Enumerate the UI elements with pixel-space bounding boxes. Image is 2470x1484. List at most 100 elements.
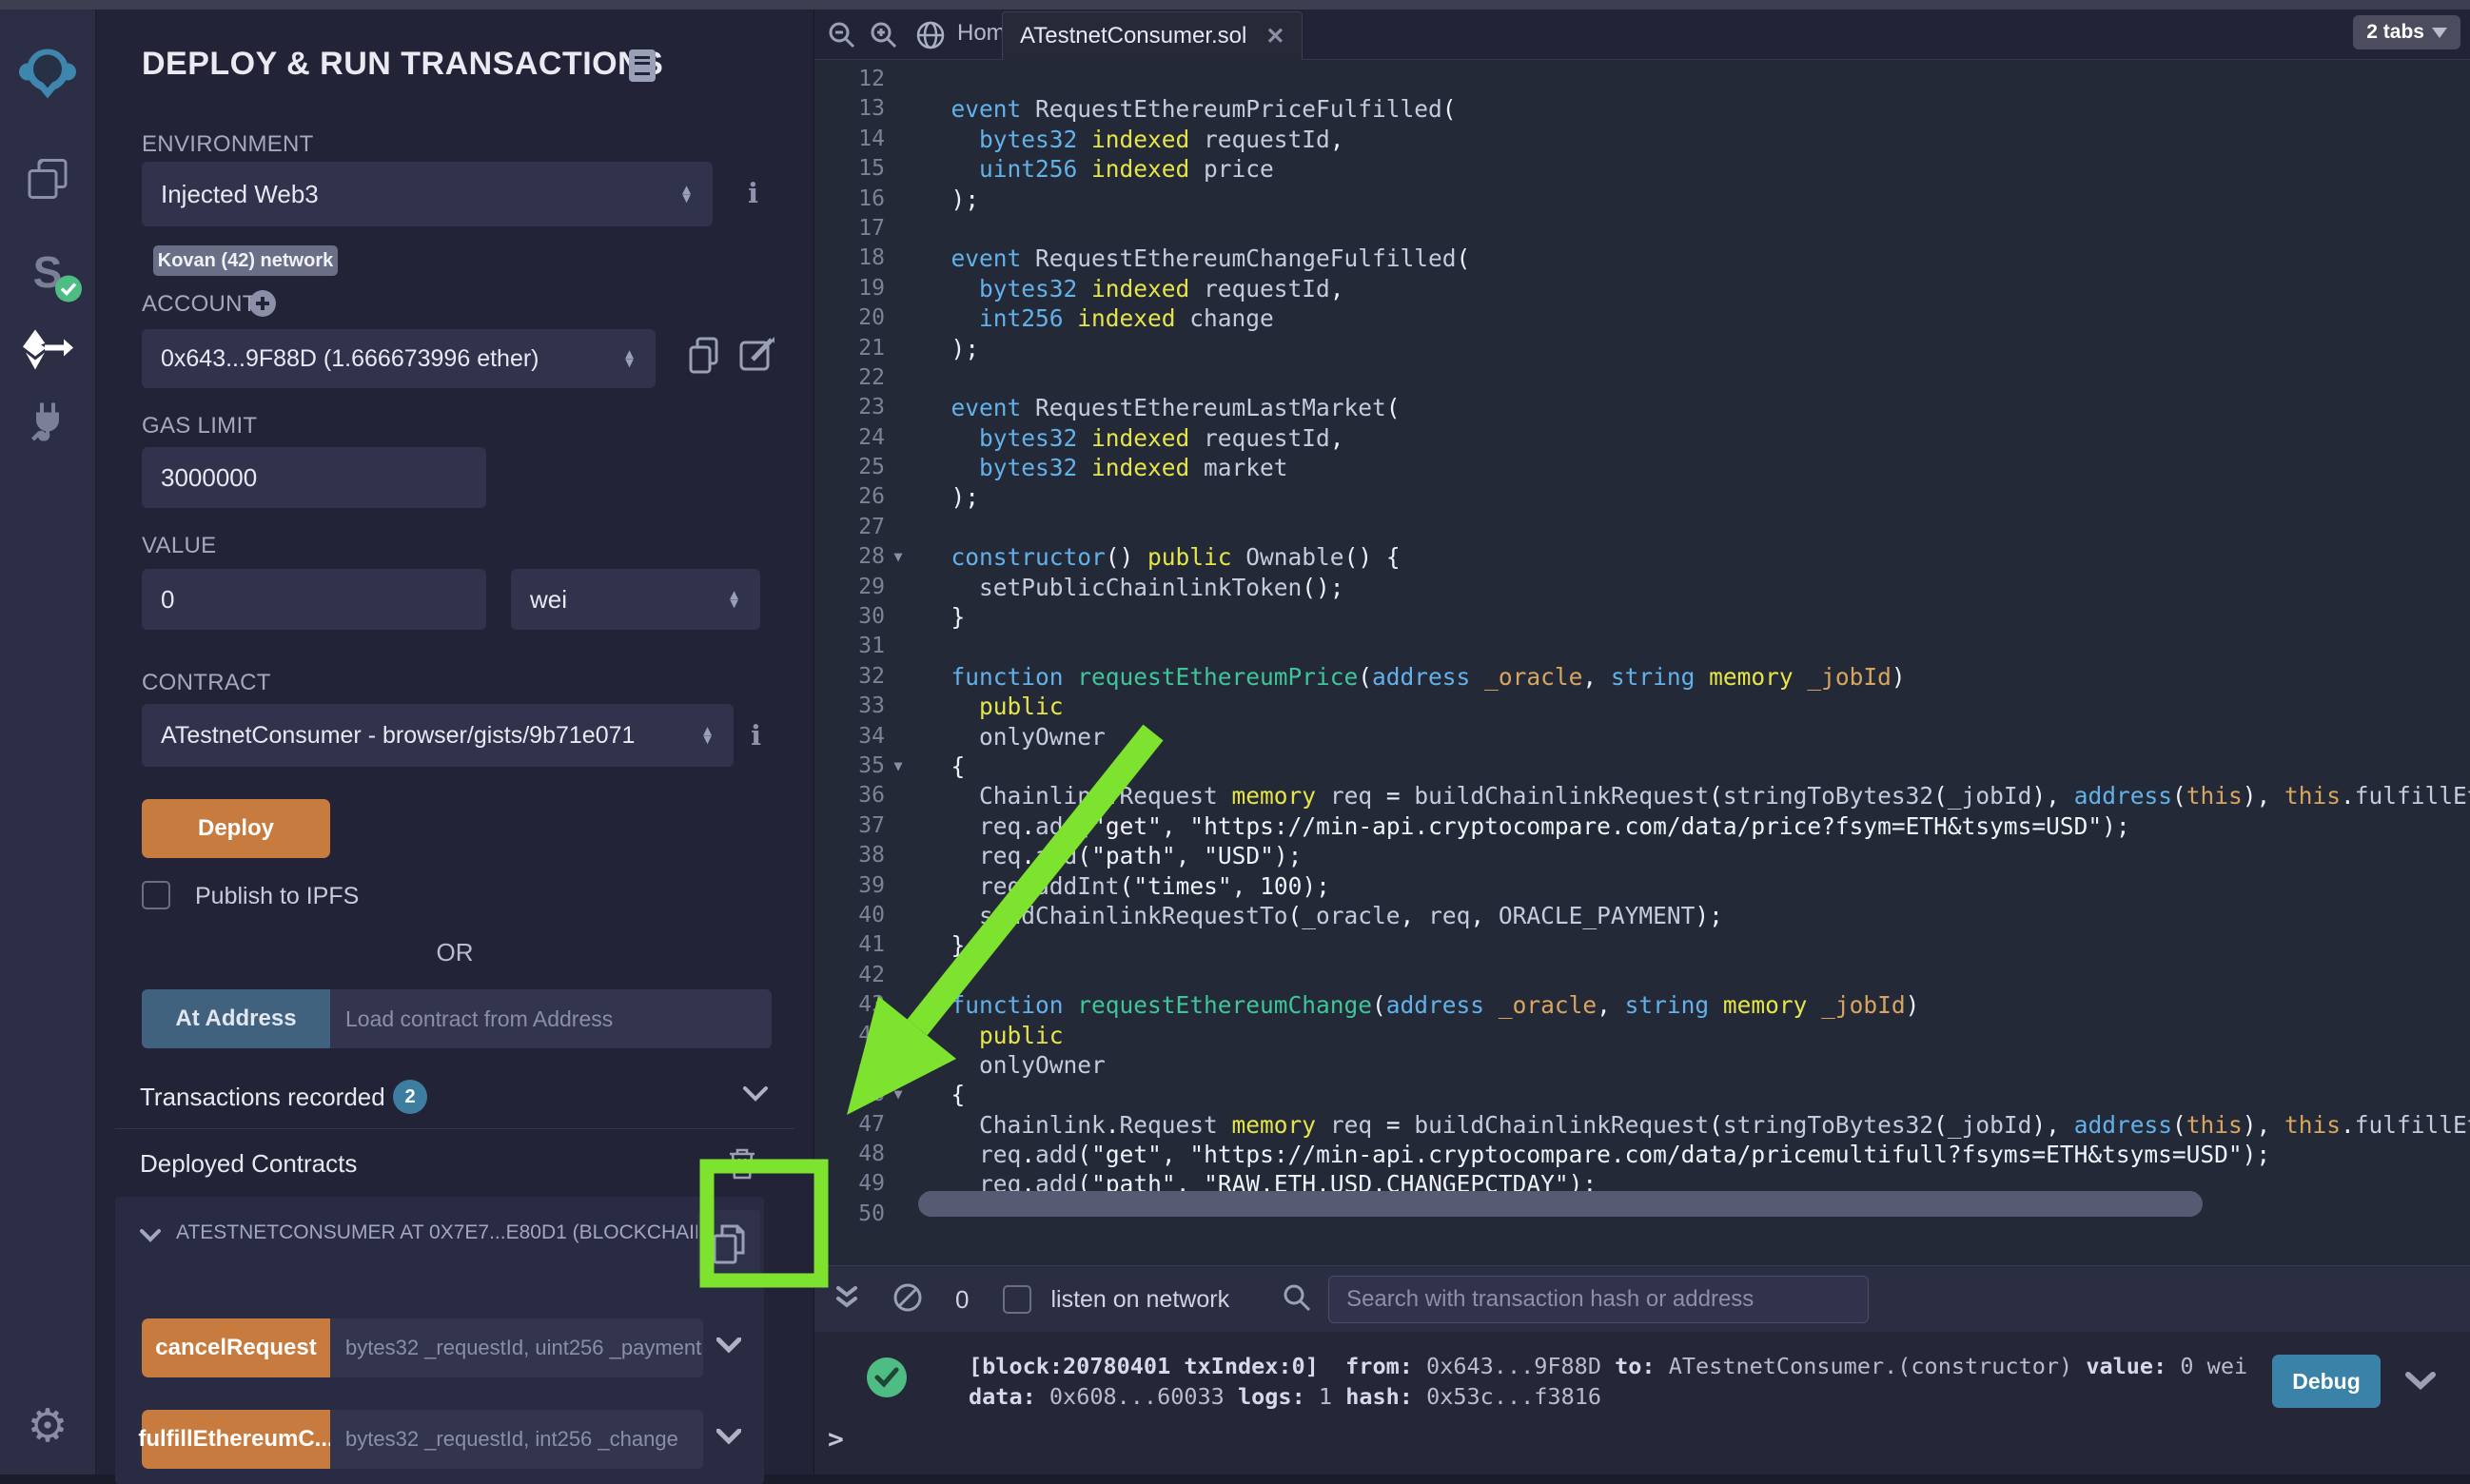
log-expand-chevron-icon[interactable] bbox=[2405, 1372, 2436, 1396]
debug-button[interactable]: Debug bbox=[2272, 1355, 2381, 1408]
code-line[interactable]: 12 bbox=[814, 65, 2470, 94]
select-arrows-icon: ▲▼ bbox=[727, 591, 741, 609]
value-input[interactable]: 0 bbox=[142, 569, 486, 630]
code-line[interactable]: 40 sendChainlinkRequestTo(_oracle, req, … bbox=[814, 901, 2470, 930]
code-line[interactable]: 46▼ { bbox=[814, 1080, 2470, 1109]
code-line[interactable]: 29 setPublicChainlinkToken(); bbox=[814, 573, 2470, 602]
code-line[interactable]: 14 bytes32 indexed requestId, bbox=[814, 125, 2470, 154]
transactions-recorded-label: Transactions recorded bbox=[140, 1083, 385, 1112]
at-address-input[interactable]: Load contract from Address bbox=[330, 989, 772, 1048]
code-line[interactable]: 17 bbox=[814, 214, 2470, 244]
horizontal-scrollbar[interactable] bbox=[918, 1191, 2203, 1217]
pending-tx-count: 0 bbox=[955, 1285, 969, 1315]
environment-select[interactable]: Injected Web3 ▲▼ bbox=[142, 162, 713, 226]
terminal-search-input[interactable]: Search with transaction hash or address bbox=[1328, 1276, 1869, 1323]
code-line[interactable]: 13 event RequestEthereumPriceFulfilled( bbox=[814, 94, 2470, 124]
code-line[interactable]: 41 } bbox=[814, 930, 2470, 960]
contract-info-icon[interactable]: i bbox=[751, 719, 761, 752]
tx-log-line2[interactable]: data: 0x608...60033 logs: 1 hash: 0x53c.… bbox=[969, 1381, 1601, 1412]
remix-logo-icon bbox=[18, 48, 77, 106]
code-line[interactable]: 37 req.add("get", "https://min-api.crypt… bbox=[814, 811, 2470, 841]
editor-tabbar: Home ATestnetConsumer.sol ✕ 2 tabs bbox=[814, 10, 2470, 60]
zoom-out-icon[interactable] bbox=[828, 21, 856, 54]
fulfill-ethereum-button[interactable]: fulfillEthereumC... bbox=[142, 1410, 330, 1469]
trash-icon[interactable] bbox=[728, 1147, 756, 1184]
code-line[interactable]: 45 onlyOwner bbox=[814, 1050, 2470, 1080]
cancel-request-button[interactable]: cancelRequest bbox=[142, 1318, 330, 1377]
terminal-panel: [block:20780401 txIndex:0] from: 0x643..… bbox=[814, 1332, 2470, 1474]
code-line[interactable]: 18 event RequestEthereumChangeFulfilled( bbox=[814, 244, 2470, 273]
gas-limit-input[interactable]: 3000000 bbox=[142, 447, 486, 508]
tab-active-file[interactable]: ATestnetConsumer.sol ✕ bbox=[1002, 11, 1303, 60]
edit-account-icon[interactable] bbox=[739, 337, 775, 378]
value-unit: wei bbox=[530, 585, 567, 615]
code-line[interactable]: 31 bbox=[814, 632, 2470, 661]
code-line[interactable]: 22 bbox=[814, 363, 2470, 393]
code-line[interactable]: 42 bbox=[814, 961, 2470, 990]
cancel-request-params-input[interactable]: bytes32 _requestId, uint256 _payment, by bbox=[330, 1318, 703, 1377]
code-line[interactable]: 38 req.add("path", "USD"); bbox=[814, 841, 2470, 870]
code-line[interactable]: 44 public bbox=[814, 1021, 2470, 1050]
settings-gear-icon[interactable]: ⚙ bbox=[27, 1399, 68, 1453]
value-unit-select[interactable]: wei ▲▼ bbox=[511, 569, 760, 630]
contract-select[interactable]: ATestnetConsumer - browser/gists/9b71e07… bbox=[142, 704, 734, 767]
code-line[interactable]: 39 req.addInt("times", 100); bbox=[814, 871, 2470, 901]
account-select[interactable]: 0x643...9F88D (1.666673996 ether) ▲▼ bbox=[142, 329, 656, 388]
code-line[interactable]: 32 function requestEthereumPrice(address… bbox=[814, 662, 2470, 692]
code-line[interactable]: 21 ); bbox=[814, 334, 2470, 363]
contract-instance-header[interactable]: ATESTNETCONSUMER AT 0X7E7...E80D1 (BLOCK… bbox=[176, 1221, 705, 1244]
document-icon[interactable] bbox=[629, 49, 656, 87]
terminal-header: 0 listen on network Search with transact… bbox=[814, 1265, 2470, 1333]
code-line[interactable]: 30 } bbox=[814, 602, 2470, 632]
fulfill-ethereum-params-input[interactable]: bytes32 _requestId, int256 _change bbox=[330, 1410, 703, 1469]
expand-chevron-icon[interactable] bbox=[716, 1338, 741, 1358]
copy-account-icon[interactable] bbox=[688, 337, 720, 380]
plugin-icon[interactable] bbox=[27, 400, 69, 446]
deploy-button[interactable]: Deploy bbox=[142, 799, 330, 858]
code-lines[interactable]: 1213 event RequestEthereumPriceFulfilled… bbox=[814, 59, 2470, 1265]
publish-ipfs-checkbox[interactable] bbox=[142, 881, 170, 909]
terminal-prompt[interactable]: > bbox=[828, 1423, 844, 1455]
tx-log-line1[interactable]: [block:20780401 txIndex:0] from: 0x643..… bbox=[969, 1351, 2247, 1381]
code-line[interactable]: 48 req.add("get", "https://min-api.crypt… bbox=[814, 1140, 2470, 1169]
tabs-count-button[interactable]: 2 tabs bbox=[2353, 15, 2460, 49]
code-line[interactable]: 15 uint256 indexed price bbox=[814, 154, 2470, 184]
code-line[interactable]: 36 Chainlink.Request memory req = buildC… bbox=[814, 781, 2470, 810]
section-divider bbox=[115, 1128, 794, 1129]
transactions-chevron-icon[interactable] bbox=[743, 1086, 768, 1106]
environment-info-icon[interactable]: i bbox=[748, 177, 758, 209]
contract-label: CONTRACT bbox=[142, 670, 271, 696]
listen-network-checkbox[interactable] bbox=[1003, 1285, 1031, 1314]
code-line[interactable]: 20 int256 indexed change bbox=[814, 303, 2470, 333]
deploy-run-icon[interactable] bbox=[22, 330, 73, 375]
window-top-strip bbox=[0, 0, 2470, 10]
deployed-contracts-label: Deployed Contracts bbox=[140, 1149, 357, 1179]
zoom-in-icon[interactable] bbox=[870, 21, 898, 54]
tab-close-icon[interactable]: ✕ bbox=[1265, 23, 1284, 50]
instance-chevron-icon[interactable] bbox=[140, 1229, 161, 1247]
code-line[interactable]: 28▼ constructor() public Ownable() { bbox=[814, 542, 2470, 572]
gas-limit-label: GAS LIMIT bbox=[142, 413, 257, 439]
code-line[interactable]: 34 onlyOwner bbox=[814, 722, 2470, 752]
expand-chevron-icon[interactable] bbox=[716, 1429, 741, 1450]
code-line[interactable]: 16 ); bbox=[814, 185, 2470, 214]
select-arrows-icon: ▲▼ bbox=[700, 727, 715, 745]
code-line[interactable]: 27 bbox=[814, 513, 2470, 542]
at-address-button[interactable]: At Address bbox=[142, 989, 330, 1048]
code-line[interactable]: 23 event RequestEthereumLastMarket( bbox=[814, 393, 2470, 422]
code-line[interactable]: 19 bytes32 indexed requestId, bbox=[814, 274, 2470, 303]
collapse-terminal-icon[interactable] bbox=[835, 1285, 858, 1315]
add-account-icon[interactable] bbox=[248, 289, 277, 322]
code-line[interactable]: 47 Chainlink.Request memory req = buildC… bbox=[814, 1110, 2470, 1140]
file-explorer-icon[interactable] bbox=[26, 158, 69, 206]
code-line[interactable]: 26 ); bbox=[814, 482, 2470, 512]
clear-console-icon[interactable] bbox=[892, 1282, 923, 1318]
code-line[interactable]: 35▼ { bbox=[814, 752, 2470, 781]
code-line[interactable]: 33 public bbox=[814, 692, 2470, 721]
home-tab-globe-icon[interactable] bbox=[915, 20, 946, 55]
copy-instance-button[interactable] bbox=[697, 1210, 760, 1280]
code-line[interactable]: 25 bytes32 indexed market bbox=[814, 453, 2470, 482]
code-line[interactable]: 24 bytes32 indexed requestId, bbox=[814, 423, 2470, 453]
panel-title: DEPLOY & RUN TRANSACTIONS bbox=[142, 46, 663, 83]
code-line[interactable]: 43 function requestEthereumChange(addres… bbox=[814, 990, 2470, 1020]
